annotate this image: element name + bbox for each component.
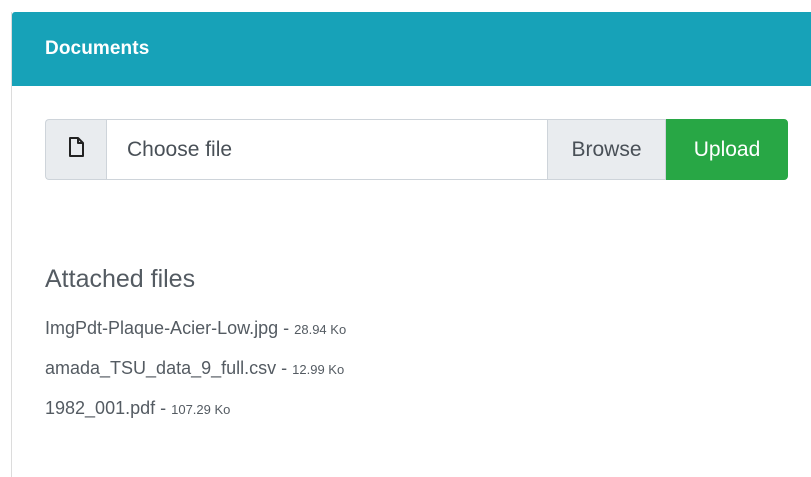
file-separator: - xyxy=(278,318,295,338)
upload-button[interactable]: Upload xyxy=(666,119,788,180)
file-size: 107.29 Ko xyxy=(171,402,231,417)
file-list-item: ImgPdt-Plaque-Acier-Low.jpg - 28.94 Ko xyxy=(45,314,346,354)
file-separator: - xyxy=(276,358,293,378)
documents-card: Documents Choose file Browse Upload Atta… xyxy=(11,12,811,477)
choose-file-placeholder: Choose file xyxy=(127,137,233,161)
attached-files-title: Attached files xyxy=(45,265,196,293)
card-header: Documents xyxy=(12,12,811,86)
file-upload-group: Choose file Browse Upload xyxy=(45,119,788,180)
choose-file-input[interactable]: Choose file xyxy=(106,119,547,180)
file-list-item: amada_TSU_data_9_full.csv - 12.99 Ko xyxy=(45,354,346,394)
file-name-link[interactable]: amada_TSU_data_9_full.csv xyxy=(45,358,276,378)
attached-files-list: ImgPdt-Plaque-Acier-Low.jpg - 28.94 Ko a… xyxy=(45,314,346,434)
file-size: 28.94 Ko xyxy=(294,322,347,337)
file-list-item: 1982_001.pdf - 107.29 Ko xyxy=(45,394,346,434)
browse-button[interactable]: Browse xyxy=(547,119,666,180)
file-separator: - xyxy=(155,398,172,418)
file-name-link[interactable]: 1982_001.pdf xyxy=(45,398,155,418)
card-title: Documents xyxy=(45,38,150,59)
file-addon xyxy=(45,119,106,180)
file-size: 12.99 Ko xyxy=(292,362,345,377)
file-icon xyxy=(68,137,84,162)
file-name-link[interactable]: ImgPdt-Plaque-Acier-Low.jpg xyxy=(45,318,278,338)
